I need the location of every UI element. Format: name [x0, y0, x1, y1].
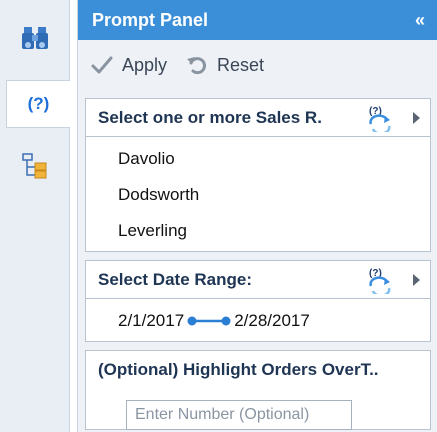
highlight-orders-prompt-title: (Optional) Highlight Orders OverT..: [98, 360, 379, 379]
prompt-rail-button[interactable]: (?): [6, 80, 70, 128]
undo-icon: [187, 57, 206, 75]
list-item[interactable]: Davolio: [86, 141, 430, 177]
list-item[interactable]: Dodsworth: [86, 177, 430, 213]
tree-icon: [22, 153, 47, 179]
binoculars-button[interactable]: [6, 14, 64, 62]
date-range-prompt-title: Select Date Range:: [98, 269, 252, 289]
prompt-icon: (?): [27, 94, 50, 113]
reset-button[interactable]: Reset: [185, 53, 264, 77]
date-range-card-header[interactable]: Select Date Range: (?): [86, 261, 430, 299]
end-date: 2/28/2017: [234, 311, 310, 330]
prompt-panel: Prompt Panel « Apply Reset Select one or…: [77, 0, 437, 432]
expand-arrow-icon[interactable]: [413, 111, 420, 124]
sales-rep-prompt-title: Select one or more Sales R.: [98, 107, 322, 127]
refresh-prompt-icon[interactable]: (?): [363, 104, 397, 135]
sales-rep-card-header[interactable]: Select one or more Sales R. (?): [86, 99, 430, 137]
tree-button[interactable]: [6, 142, 64, 190]
highlight-orders-prompt-card: (Optional) Highlight Orders OverT..: [85, 350, 431, 430]
apply-label: Apply: [122, 54, 168, 75]
binoculars-icon: [22, 27, 48, 49]
list-item[interactable]: Leverling: [86, 213, 430, 249]
reset-label: Reset: [217, 54, 265, 75]
sales-rep-list: Davolio Dodsworth Leverling: [86, 137, 430, 249]
toolbar: Apply Reset: [78, 40, 437, 90]
collapse-panel-icon[interactable]: «: [415, 10, 425, 31]
check-icon: [91, 56, 113, 74]
date-range-values[interactable]: 2/1/2017 2/28/2017: [86, 299, 430, 343]
expand-arrow-icon[interactable]: [413, 273, 420, 286]
start-date: 2/1/2017: [118, 311, 185, 330]
left-rail: (?): [0, 0, 70, 432]
apply-button[interactable]: Apply: [90, 53, 167, 77]
sales-rep-prompt-card: Select one or more Sales R. (?) Davolio …: [85, 98, 431, 252]
range-connector-icon: [186, 315, 232, 327]
order-threshold-input[interactable]: [126, 400, 352, 430]
highlight-orders-card-header[interactable]: (Optional) Highlight Orders OverT..: [86, 351, 430, 389]
panel-title: Prompt Panel: [92, 9, 209, 30]
date-range-prompt-card: Select Date Range: (?) 2/1/2017 2/28/201…: [85, 260, 431, 342]
refresh-prompt-icon[interactable]: (?): [363, 266, 397, 297]
panel-header: Prompt Panel «: [78, 0, 437, 40]
